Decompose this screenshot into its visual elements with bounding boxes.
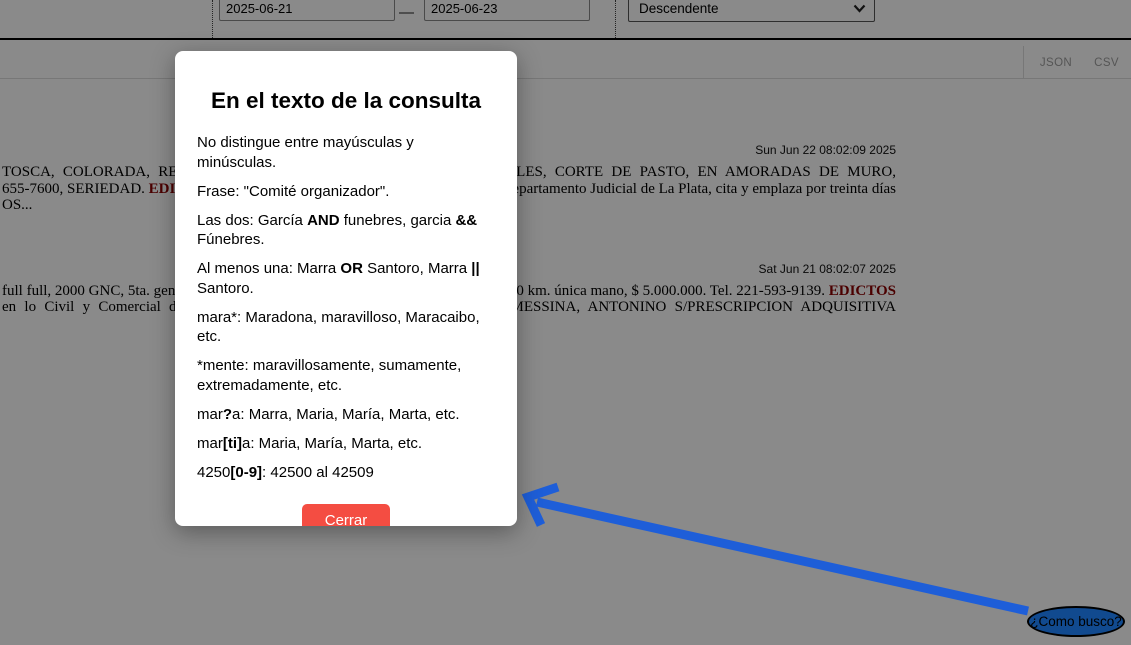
modal-paragraph: mara*: Maradona, maravilloso, Maracaibo,…: [197, 308, 495, 347]
how-to-search-button[interactable]: ¿Como busco?: [1027, 606, 1125, 637]
modal-paragraph: No distingue entre mayúsculas y minúscul…: [197, 133, 495, 172]
close-button[interactable]: Cerrar: [302, 504, 391, 526]
modal-paragraph: 4250[0-9]: 42500 al 42509: [197, 463, 495, 483]
modal-paragraph: Las dos: García AND funebres, garcia && …: [197, 211, 495, 250]
modal-paragraph: *mente: maravillosamente, sumamente, ext…: [197, 356, 495, 395]
modal-backdrop[interactable]: [0, 0, 1131, 645]
how-to-search-label: ¿Como busco?: [1030, 614, 1122, 629]
search-help-modal: En el texto de la consulta No distingue …: [175, 51, 517, 526]
modal-paragraph: Al menos una: Marra OR Santoro, Marra ||…: [197, 259, 495, 298]
modal-paragraph: mar[ti]a: Maria, María, Marta, etc.: [197, 434, 495, 454]
modal-paragraph: Frase: "Comité organizador".: [197, 182, 495, 202]
modal-paragraph: mar?a: Marra, Maria, María, Marta, etc.: [197, 405, 495, 425]
modal-title: En el texto de la consulta: [197, 88, 495, 114]
modal-footer: Cerrar: [197, 504, 495, 526]
modal-body: No distingue entre mayúsculas y minúscul…: [197, 133, 495, 482]
